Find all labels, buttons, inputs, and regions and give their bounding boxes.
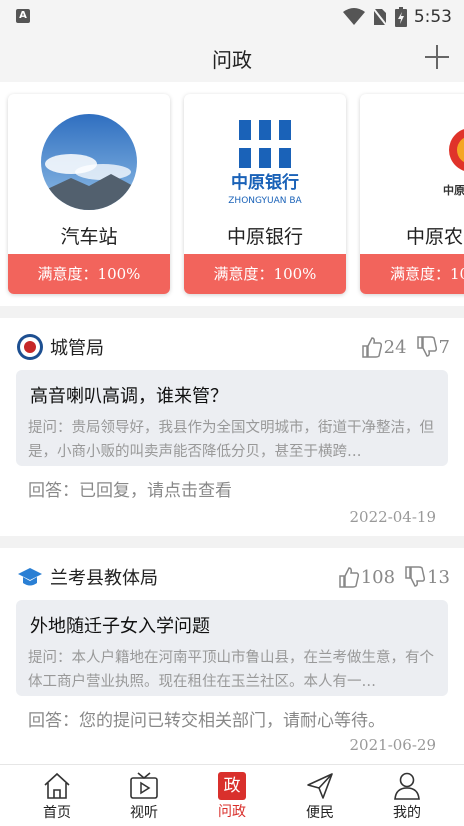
svg-text:ZHONGYUAN BA: ZHONGYUAN BA bbox=[228, 196, 302, 206]
satisfaction-bar: 满意度：100% bbox=[184, 254, 346, 294]
question-title: 外地随迁子女入学问题 bbox=[30, 616, 210, 637]
tab-service[interactable]: 便民 bbox=[290, 771, 350, 823]
svg-text:中原银行: 中原银行 bbox=[231, 172, 299, 193]
tab-home[interactable]: 首页 bbox=[27, 771, 87, 823]
like-count: 24 bbox=[383, 336, 407, 358]
tab-wenzheng[interactable]: 政 问政 bbox=[202, 771, 262, 823]
tab-mine[interactable]: 我的 bbox=[377, 771, 437, 823]
tab-label: 便民 bbox=[306, 805, 334, 821]
post-date: 2021-06-29 bbox=[349, 736, 436, 754]
send-icon bbox=[307, 773, 333, 799]
battery-icon bbox=[394, 7, 407, 27]
user-icon bbox=[394, 772, 420, 800]
sky-mountain-photo bbox=[41, 114, 137, 210]
like-count: 108 bbox=[360, 566, 396, 588]
question-post[interactable]: 兰考县教体局 108 13 外地随迁子女入学问题 提问：本人户籍地在河南平顶山市… bbox=[0, 548, 464, 764]
thumbs-down-icon[interactable] bbox=[405, 566, 426, 588]
zhongyuan-agri-logo: 中原农业保 bbox=[393, 114, 464, 210]
zhongyuan-bank-logo: 中原银行 ZHONGYUAN BA bbox=[217, 114, 313, 210]
home-icon bbox=[44, 772, 70, 799]
tab-media[interactable]: 视听 bbox=[114, 771, 174, 823]
satisfaction-bar: 满意度：100% bbox=[8, 254, 170, 294]
no-sim-icon bbox=[372, 7, 388, 27]
question-post[interactable]: 城管局 24 7 高音喇叭高调，谁来管？ 提问：贵局领导好，我县作为全国文明城市… bbox=[0, 318, 464, 536]
question-title: 高音喇叭高调，谁来管？ bbox=[30, 386, 228, 407]
dept-card[interactable]: 中原银行 ZHONGYUAN BA 中原银行 满意度：100% bbox=[184, 94, 346, 294]
chengguan-emblem-icon bbox=[17, 334, 43, 360]
education-cap-icon bbox=[18, 568, 42, 586]
dislike-count: 7 bbox=[438, 336, 450, 358]
question-box[interactable]: 外地随迁子女入学问题 提问：本人户籍地在河南平顶山市鲁山县，在兰考做生意，有个体… bbox=[16, 600, 448, 696]
tab-label: 首页 bbox=[43, 805, 71, 821]
tab-label: 我的 bbox=[393, 805, 421, 821]
dislike-count: 13 bbox=[427, 566, 450, 588]
thumbs-up-icon[interactable] bbox=[338, 566, 359, 588]
status-bar: A 5:53 bbox=[0, 0, 464, 34]
dept-card-name: 汽车站 bbox=[60, 226, 118, 248]
wifi-icon bbox=[342, 8, 365, 25]
department-name: 城管局 bbox=[50, 338, 104, 359]
satisfaction-bar: 满意度：10 bbox=[360, 254, 464, 294]
title-bar: 问政 bbox=[0, 34, 464, 82]
tab-label: 问政 bbox=[218, 804, 246, 820]
thumbs-down-icon[interactable] bbox=[416, 336, 437, 358]
answer-text[interactable]: 回答：已回复，请点击查看 bbox=[28, 476, 232, 501]
dept-card[interactable]: 汽车站 满意度：100% bbox=[8, 94, 170, 294]
question-text: 提问：本人户籍地在河南平顶山市鲁山县，在兰考做生意，有个体工商户营业执照。现在租… bbox=[28, 650, 434, 690]
thumbs-up-icon[interactable] bbox=[361, 336, 382, 358]
tab-label: 视听 bbox=[130, 805, 158, 821]
dept-card[interactable]: 中原农业保 中原农 满意度：10 bbox=[360, 94, 464, 294]
post-date: 2022-04-19 bbox=[349, 508, 436, 526]
app-notification-icon: A bbox=[16, 9, 30, 23]
department-carousel[interactable]: 汽车站 满意度：100% 中原银行 ZHONGYUAN BA 中原银行 满意度：… bbox=[0, 82, 464, 306]
question-text: 提问：贵局领导好，我县作为全国文明城市，街道干净整洁，但是，小商小贩的叫卖声能否… bbox=[28, 420, 434, 460]
page-title: 问政 bbox=[212, 48, 252, 72]
department-name: 兰考县教体局 bbox=[50, 568, 158, 589]
plus-icon[interactable] bbox=[424, 44, 450, 70]
bottom-tab-bar: 首页 视听 政 问政 便民 我的 bbox=[0, 764, 464, 826]
svg-text:中原农业保: 中原农业保 bbox=[443, 183, 464, 197]
question-box[interactable]: 高音喇叭高调，谁来管？ 提问：贵局领导好，我县作为全国文明城市，街道干净整洁，但… bbox=[16, 370, 448, 466]
answer-text[interactable]: 回答：您的提问已转交相关部门，请耐心等待。 bbox=[28, 706, 385, 731]
zheng-icon: 政 bbox=[218, 772, 246, 800]
status-time: 5:53 bbox=[413, 7, 452, 27]
tv-icon bbox=[130, 772, 158, 799]
dept-card-name: 中原农 bbox=[406, 226, 464, 248]
dept-card-name: 中原银行 bbox=[226, 226, 303, 248]
